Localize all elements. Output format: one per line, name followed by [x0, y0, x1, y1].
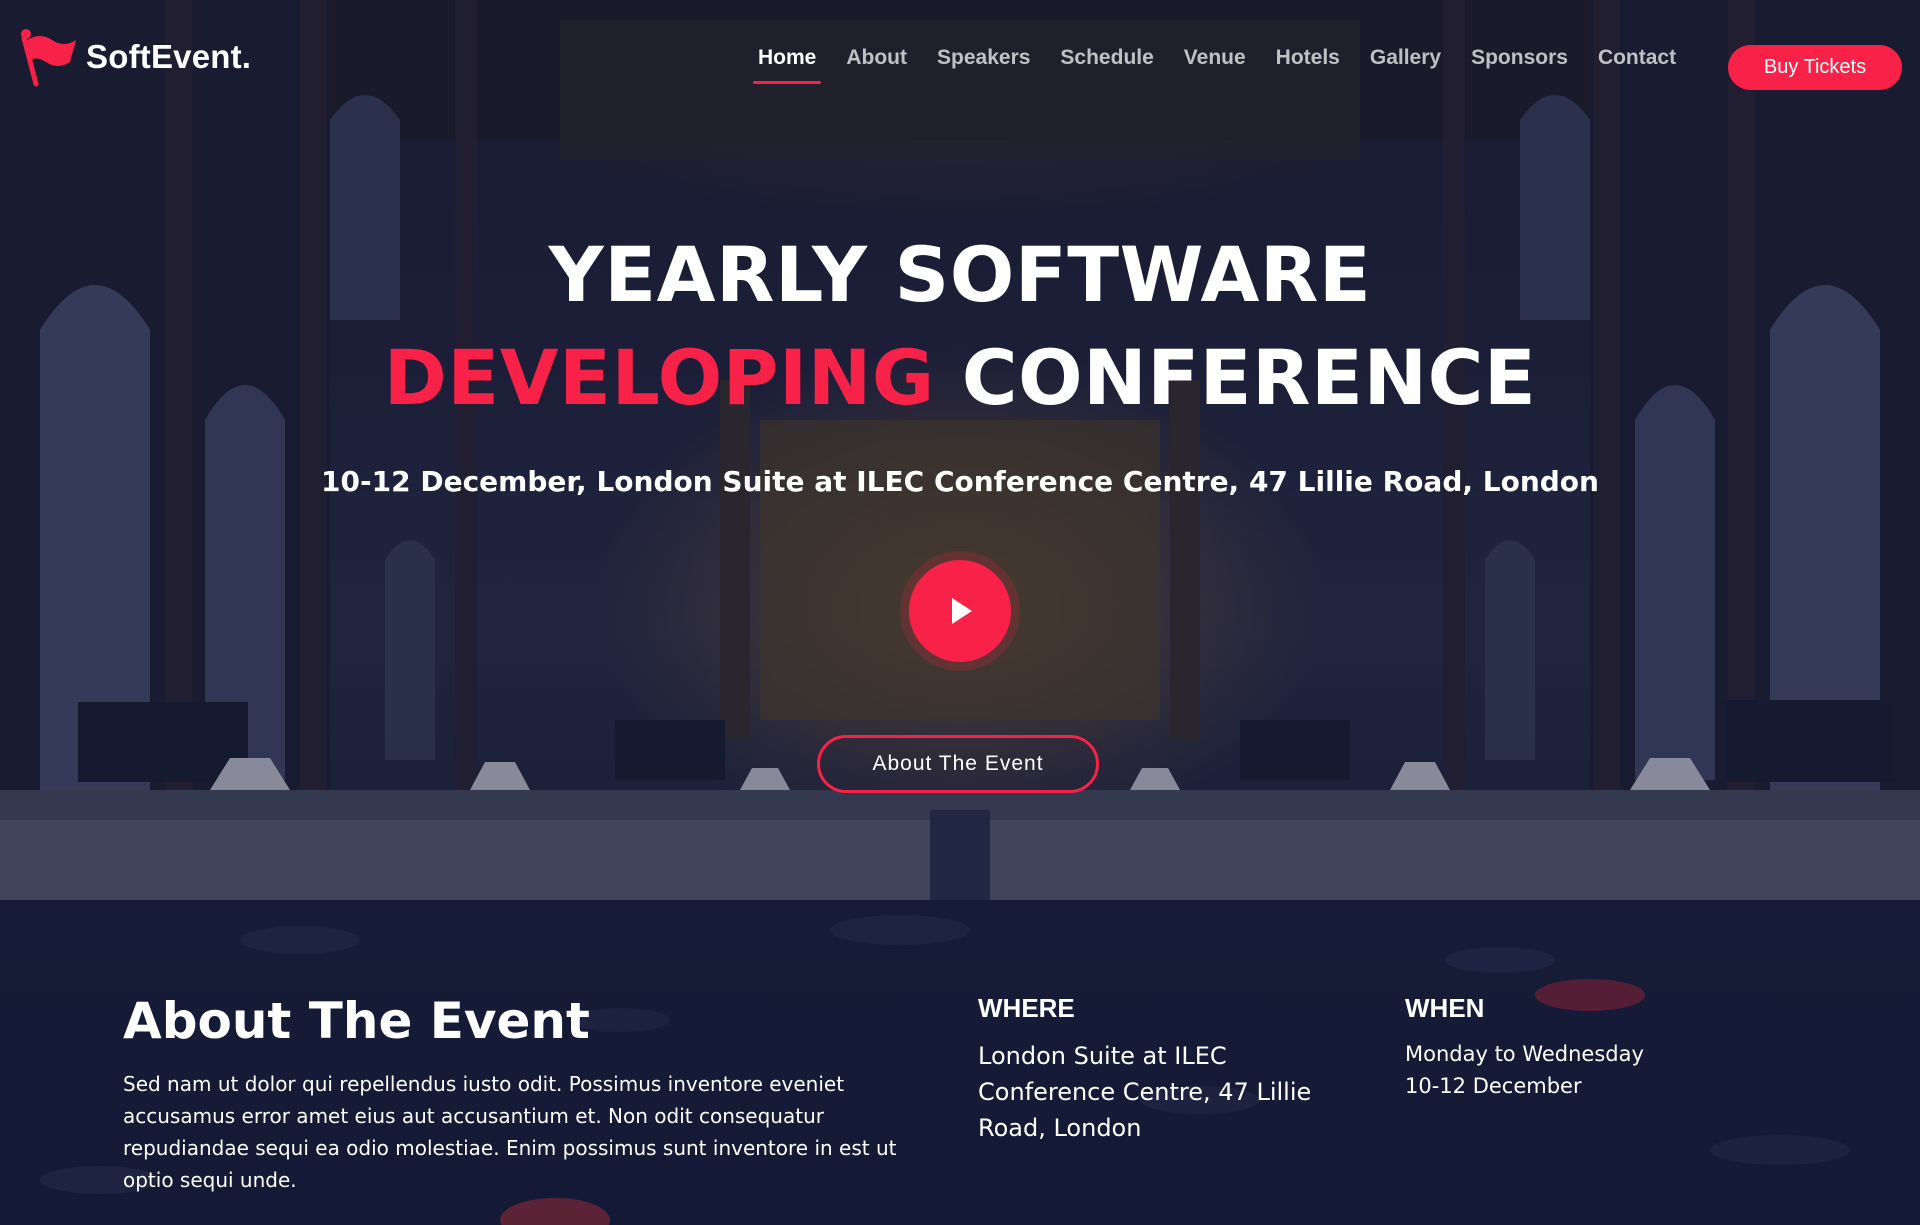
nav-item-venue[interactable]: Venue	[1184, 46, 1246, 84]
play-video-button[interactable]	[900, 551, 1020, 671]
flag-icon	[21, 29, 76, 87]
when-heading: WHEN	[1405, 993, 1485, 1023]
play-icon	[952, 598, 972, 624]
logo[interactable]: SoftEvent.	[18, 26, 251, 88]
about-section: About The Event Sed nam ut dolor qui rep…	[0, 900, 1920, 1225]
play-button-circle	[909, 560, 1011, 662]
hero-title-line1: YEARLY SOFTWARE	[548, 230, 1372, 319]
nav-item-hotels[interactable]: Hotels	[1276, 46, 1340, 84]
buy-tickets-button[interactable]: Buy Tickets	[1728, 45, 1902, 90]
hero-section: SoftEvent. Home About Speakers Schedule …	[0, 0, 1920, 900]
when-text: Monday to Wednesday 10-12 December	[1405, 1038, 1725, 1102]
logo-text: SoftEvent.	[86, 38, 252, 75]
nav-item-gallery[interactable]: Gallery	[1370, 46, 1441, 84]
nav-item-schedule[interactable]: Schedule	[1060, 46, 1153, 84]
hero-title-accent: DEVELOPING	[383, 333, 935, 422]
where-heading: WHERE	[978, 993, 1075, 1023]
when-days: Monday to Wednesday	[1405, 1042, 1644, 1066]
about-title: About The Event	[123, 992, 590, 1050]
page: SoftEvent. Home About Speakers Schedule …	[0, 0, 1920, 1225]
about-description: Sed nam ut dolor qui repellendus iusto o…	[123, 1072, 897, 1192]
where-text: London Suite at ILEC Conference Centre, …	[978, 1042, 1312, 1142]
main-nav: Home About Speakers Schedule Venue Hotel…	[752, 46, 1706, 84]
nav-item-speakers[interactable]: Speakers	[937, 46, 1030, 84]
about-event-button[interactable]: About The Event	[817, 735, 1099, 793]
nav-item-about[interactable]: About	[846, 46, 907, 84]
hero-subtitle: 10-12 December, London Suite at ILEC Con…	[321, 465, 1599, 498]
hero-title-line2: DEVELOPING CONFERENCE	[0, 333, 1920, 422]
nav-item-contact[interactable]: Contact	[1598, 46, 1676, 84]
when-dates: 10-12 December	[1405, 1074, 1582, 1098]
nav-item-home[interactable]: Home	[752, 46, 822, 84]
hero-title-rest: CONFERENCE	[961, 333, 1537, 422]
nav-item-sponsors[interactable]: Sponsors	[1471, 46, 1568, 84]
